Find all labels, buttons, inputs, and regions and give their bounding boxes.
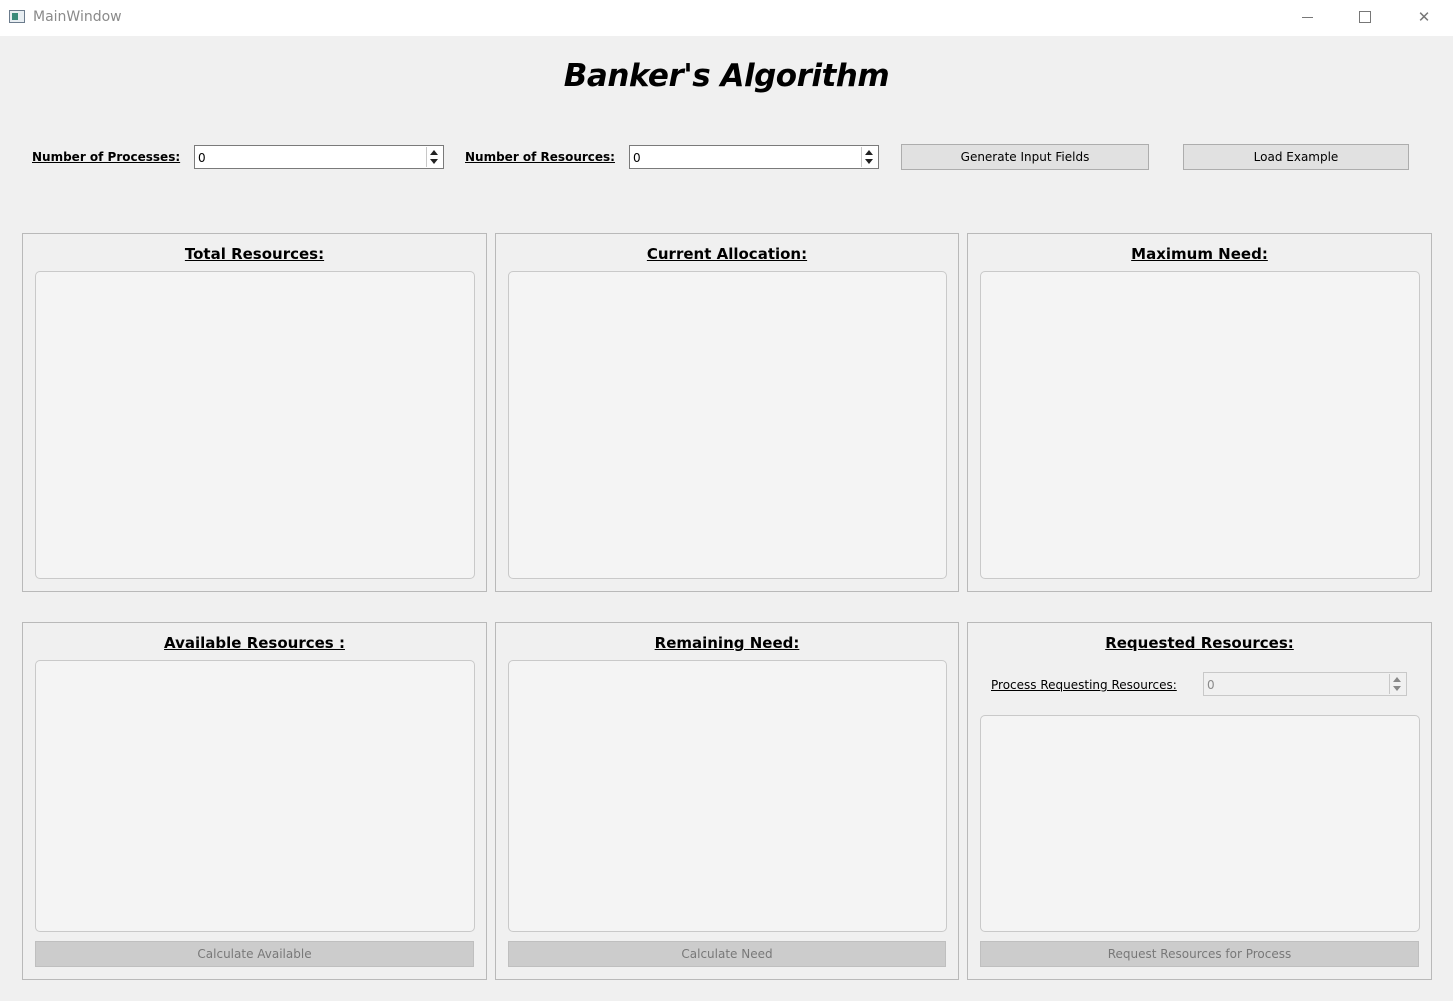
current-allocation-title: Current Allocation:: [646, 245, 808, 263]
minimize-icon: [1301, 16, 1313, 18]
available-resources-area: [35, 660, 475, 932]
total-resources-panel: Total Resources:: [22, 233, 487, 592]
minimize-button[interactable]: [1278, 0, 1336, 34]
close-icon: ✕: [1417, 8, 1431, 26]
available-resources-title: Available Resources :: [164, 634, 345, 652]
generate-input-fields-button[interactable]: Generate Input Fields: [901, 144, 1149, 170]
process-requesting-spinbox[interactable]: 0: [1203, 672, 1407, 696]
calculate-available-button[interactable]: Calculate Available: [35, 941, 474, 967]
window-title: MainWindow: [33, 9, 122, 25]
available-resources-panel: Available Resources : Calculate Availabl…: [22, 622, 487, 980]
app-icon: [9, 10, 25, 23]
requested-resources-title: Requested Resources:: [1105, 634, 1294, 652]
processes-stepper[interactable]: [426, 147, 442, 167]
current-allocation-area: [508, 271, 947, 579]
total-resources-area: [35, 271, 475, 579]
total-resources-title: Total Resources:: [184, 245, 325, 263]
remaining-need-title: Remaining Need:: [654, 634, 800, 652]
process-requesting-stepper[interactable]: [1389, 674, 1405, 694]
maximum-need-area: [980, 271, 1420, 579]
maximum-need-title: Maximum Need:: [1131, 245, 1268, 263]
processes-value: 0: [198, 151, 206, 165]
calculate-need-button[interactable]: Calculate Need: [508, 941, 946, 967]
maximize-icon: [1359, 11, 1371, 23]
resources-spinbox[interactable]: 0: [629, 145, 879, 169]
close-button[interactable]: ✕: [1395, 0, 1453, 34]
process-requesting-label: Process Requesting Resources:: [991, 678, 1177, 692]
resources-stepper[interactable]: [861, 147, 877, 167]
page-title: Banker's Algorithm: [563, 58, 890, 94]
arrow-up-icon[interactable]: [1393, 677, 1401, 682]
arrow-down-icon[interactable]: [865, 159, 873, 164]
requested-resources-area: [980, 715, 1420, 932]
processes-label: Number of Processes:: [32, 150, 181, 164]
load-example-button[interactable]: Load Example: [1183, 144, 1409, 170]
requested-resources-panel: Requested Resources: Process Requesting …: [967, 622, 1432, 980]
resources-value: 0: [633, 151, 641, 165]
processes-spinbox[interactable]: 0: [194, 145, 444, 169]
current-allocation-panel: Current Allocation:: [495, 233, 959, 592]
maximize-button[interactable]: [1336, 0, 1394, 34]
request-resources-button[interactable]: Request Resources for Process: [980, 941, 1419, 967]
arrow-up-icon[interactable]: [865, 150, 873, 155]
remaining-need-panel: Remaining Need: Calculate Need: [495, 622, 959, 980]
arrow-up-icon[interactable]: [430, 150, 438, 155]
arrow-down-icon[interactable]: [430, 159, 438, 164]
resources-label: Number of Resources:: [465, 150, 615, 164]
process-requesting-value: 0: [1207, 678, 1215, 692]
remaining-need-area: [508, 660, 947, 932]
maximum-need-panel: Maximum Need:: [967, 233, 1432, 592]
arrow-down-icon[interactable]: [1393, 686, 1401, 691]
title-bar: MainWindow ✕: [0, 0, 1453, 36]
